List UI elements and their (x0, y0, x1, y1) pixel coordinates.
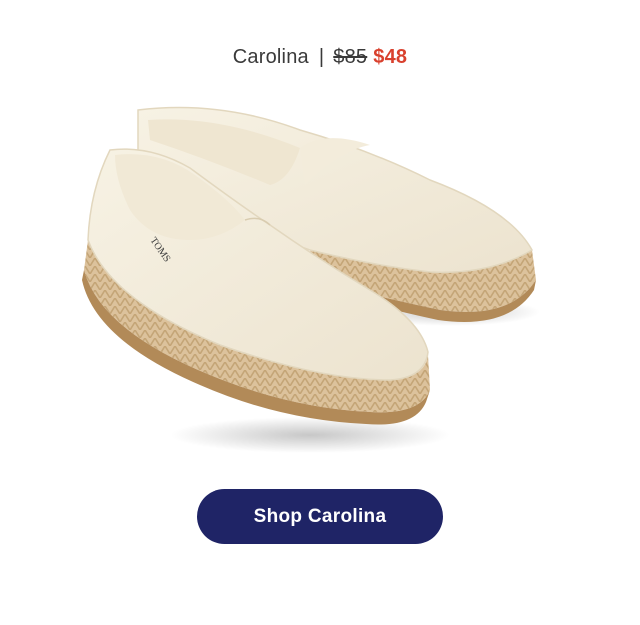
product-name: Carolina (232, 45, 309, 68)
product-image[interactable]: TOMS (70, 90, 570, 460)
original-price: $85 (333, 45, 368, 68)
product-title-row: Carolina | $85 $48 (0, 42, 640, 72)
shop-carolina-button[interactable]: Shop Carolina (197, 489, 443, 544)
title-separator: | (318, 45, 325, 68)
sale-price: $48 (373, 45, 408, 68)
